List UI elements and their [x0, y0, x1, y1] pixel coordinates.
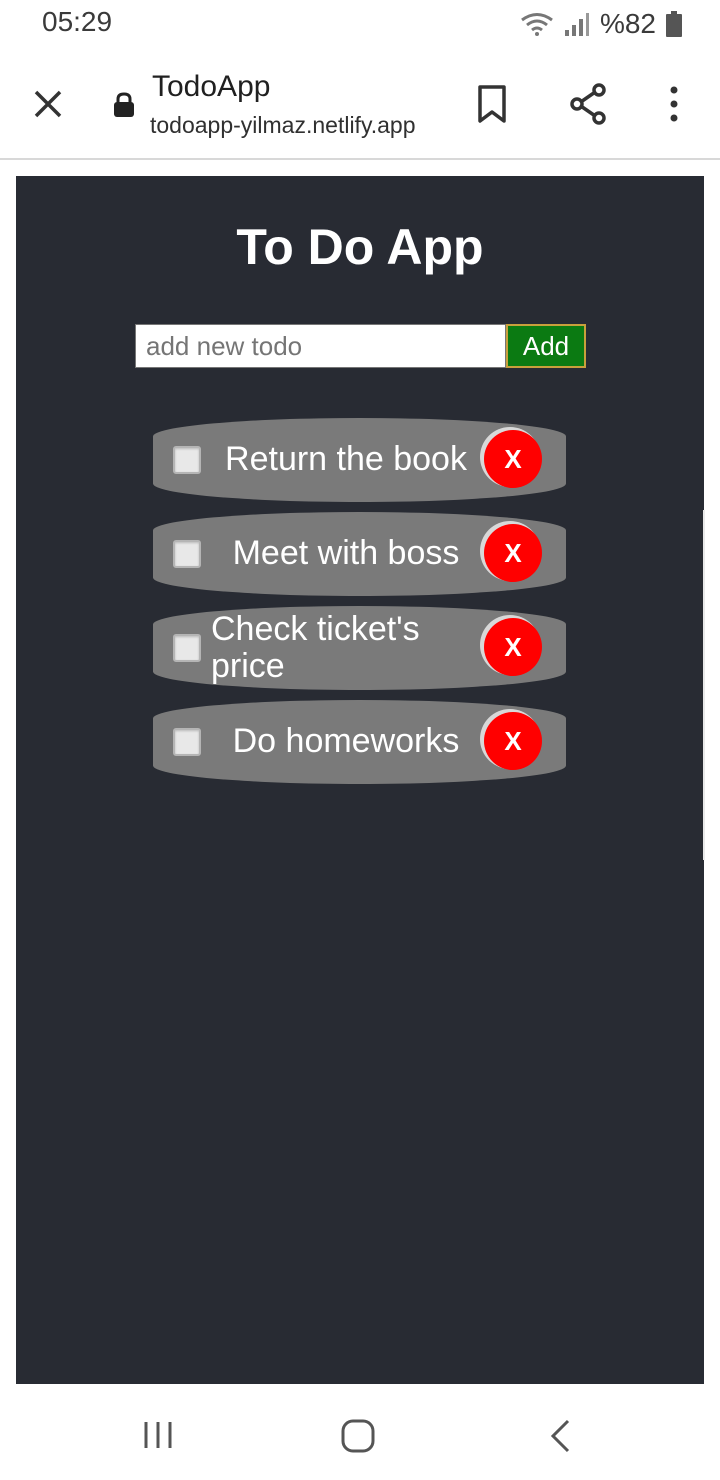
browser-header: TodoApp todoapp-yilmaz.netlify.app [0, 48, 720, 160]
delete-todo-button[interactable]: X [484, 712, 542, 770]
bookmark-icon[interactable] [474, 84, 510, 124]
page-title: To Do App [236, 219, 484, 275]
status-icons: %82 [520, 8, 682, 40]
close-icon[interactable] [28, 84, 68, 124]
navigation-bar [0, 1386, 720, 1480]
todo-checkbox[interactable] [173, 446, 201, 474]
todo-checkbox[interactable] [173, 634, 201, 662]
todo-item: Return the book X [153, 418, 566, 502]
todo-text: Do homeworks [232, 722, 460, 761]
todo-checkbox[interactable] [173, 540, 201, 568]
todo-list: Return the book X Meet with boss X Check… [153, 418, 566, 794]
todo-text: Return the book [225, 440, 467, 479]
lock-icon [114, 92, 134, 117]
app-page: To Do App Add Return the book X Meet wit… [16, 176, 704, 1384]
battery-percent: %82 [599, 8, 656, 39]
delete-todo-button[interactable]: X [484, 430, 542, 488]
tab-url[interactable]: todoapp-yilmaz.netlify.app [150, 112, 416, 139]
new-todo-input[interactable] [135, 324, 506, 368]
recents-icon[interactable] [142, 1420, 174, 1450]
todo-item: Check ticket's price X [153, 606, 566, 690]
todo-item: Do homeworks X [153, 700, 566, 784]
page-edge [703, 510, 705, 860]
tab-title: TodoApp [152, 70, 271, 103]
more-vert-icon[interactable] [664, 84, 684, 124]
todo-item: Meet with boss X [153, 512, 566, 596]
wifi-icon [521, 13, 553, 36]
share-icon[interactable] [568, 82, 608, 126]
delete-todo-button[interactable]: X [484, 618, 542, 676]
signal-icon [564, 13, 589, 36]
home-icon[interactable] [340, 1418, 376, 1454]
status-bar: 05:29 %82 [0, 0, 720, 48]
status-time: 05:29 [42, 6, 113, 37]
battery-icon [666, 11, 682, 37]
back-icon[interactable] [548, 1418, 572, 1454]
todo-text: Meet with boss [232, 534, 460, 573]
add-button[interactable]: Add [506, 324, 586, 368]
todo-text: Check ticket's price [211, 609, 420, 685]
delete-todo-button[interactable]: X [484, 524, 542, 582]
todo-checkbox[interactable] [173, 728, 201, 756]
